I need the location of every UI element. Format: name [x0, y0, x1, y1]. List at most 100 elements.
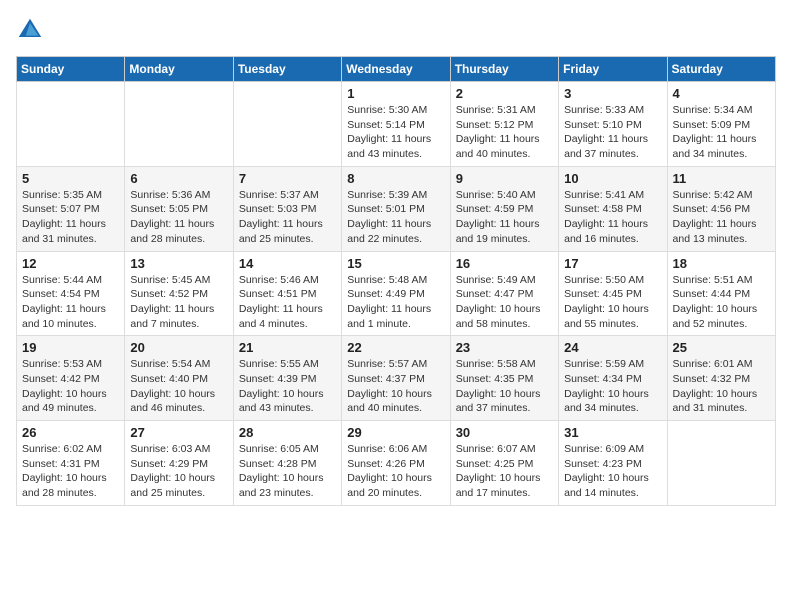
- day-info: Sunrise: 5:42 AM Sunset: 4:56 PM Dayligh…: [673, 188, 770, 247]
- day-info: Sunrise: 5:40 AM Sunset: 4:59 PM Dayligh…: [456, 188, 553, 247]
- day-number: 15: [347, 256, 444, 271]
- calendar-cell: 30Sunrise: 6:07 AM Sunset: 4:25 PM Dayli…: [450, 421, 558, 506]
- day-info: Sunrise: 5:31 AM Sunset: 5:12 PM Dayligh…: [456, 103, 553, 162]
- calendar-cell: [233, 82, 341, 167]
- calendar-cell: 14 Sunrise: 5:46 AM Sunset: 4:51 PM Dayli…: [233, 251, 341, 336]
- day-info: Sunrise: 5:57 AM Sunset: 4:37 PM Dayligh…: [347, 357, 444, 416]
- day-info: Sunrise: 5:45 AM Sunset: 4:52 PM Dayligh…: [130, 273, 227, 332]
- day-info: Sunrise: 5:58 AM Sunset: 4:35 PM Dayligh…: [456, 357, 553, 416]
- weekday-header-friday: Friday: [559, 57, 667, 82]
- day-number: 9: [456, 171, 553, 186]
- calendar-cell: 29 Sunrise: 6:06 AM Sunset: 4:26 PM Dayli…: [342, 421, 450, 506]
- day-info: Sunrise: 5:48 AM Sunset: 4:49 PM Dayligh…: [347, 273, 444, 332]
- calendar-cell: 6Sunrise: 5:36 AM Sunset: 5:05 PM Daylig…: [125, 166, 233, 251]
- day-number: 1: [347, 86, 444, 101]
- day-info: Sunrise: 5:59 AM Sunset: 4:34 PM Dayligh…: [564, 357, 661, 416]
- day-number: 10: [564, 171, 661, 186]
- day-number: 22: [347, 340, 444, 355]
- calendar-cell: [125, 82, 233, 167]
- day-info: Sunrise: 6:09 AM Sunset: 4:23 PM Dayligh…: [564, 442, 661, 501]
- calendar-cell: 25 Sunrise: 6:01 AM Sunset: 4:32 PM Dayli…: [667, 336, 775, 421]
- calendar-cell: 31 Sunrise: 6:09 AM Sunset: 4:23 PM Dayli…: [559, 421, 667, 506]
- day-number: 28: [239, 425, 336, 440]
- calendar-body: 1 Sunrise: 5:30 AM Sunset: 5:14 PM Daylig…: [17, 82, 776, 506]
- calendar-header: SundayMondayTuesdayWednesdayThursdayFrid…: [17, 57, 776, 82]
- day-number: 11: [673, 171, 770, 186]
- day-info: Sunrise: 5:49 AM Sunset: 4:47 PM Dayligh…: [456, 273, 553, 332]
- day-number: 8: [347, 171, 444, 186]
- day-number: 17: [564, 256, 661, 271]
- calendar-cell: 19 Sunrise: 5:53 AM Sunset: 4:42 PM Dayli…: [17, 336, 125, 421]
- day-info: Sunrise: 6:01 AM Sunset: 4:32 PM Dayligh…: [673, 357, 770, 416]
- calendar-cell: 2 Sunrise: 5:31 AM Sunset: 5:12 PM Daylig…: [450, 82, 558, 167]
- calendar-week-3: 19 Sunrise: 5:53 AM Sunset: 4:42 PM Dayli…: [17, 336, 776, 421]
- day-number: 13: [130, 256, 227, 271]
- day-number: 3: [564, 86, 661, 101]
- day-number: 19: [22, 340, 119, 355]
- weekday-header-tuesday: Tuesday: [233, 57, 341, 82]
- calendar-cell: [667, 421, 775, 506]
- day-number: 20: [130, 340, 227, 355]
- day-info: Sunrise: 6:06 AM Sunset: 4:26 PM Dayligh…: [347, 442, 444, 501]
- day-info: Sunrise: 6:02 AM Sunset: 4:31 PM Dayligh…: [22, 442, 119, 501]
- calendar-cell: 18 Sunrise: 5:51 AM Sunset: 4:44 PM Dayli…: [667, 251, 775, 336]
- weekday-header-wednesday: Wednesday: [342, 57, 450, 82]
- logo: [16, 16, 48, 44]
- day-info: Sunrise: 6:05 AM Sunset: 4:28 PM Dayligh…: [239, 442, 336, 501]
- day-number: 2: [456, 86, 553, 101]
- calendar-cell: 3 Sunrise: 5:33 AM Sunset: 5:10 PM Daylig…: [559, 82, 667, 167]
- day-info: Sunrise: 5:53 AM Sunset: 4:42 PM Dayligh…: [22, 357, 119, 416]
- logo-icon: [16, 16, 44, 44]
- calendar-week-1: 5 Sunrise: 5:35 AM Sunset: 5:07 PM Daylig…: [17, 166, 776, 251]
- calendar: SundayMondayTuesdayWednesdayThursdayFrid…: [16, 56, 776, 506]
- calendar-cell: 11 Sunrise: 5:42 AM Sunset: 4:56 PM Dayli…: [667, 166, 775, 251]
- day-info: Sunrise: 5:41 AM Sunset: 4:58 PM Dayligh…: [564, 188, 661, 247]
- day-info: Sunrise: 5:39 AM Sunset: 5:01 PM Dayligh…: [347, 188, 444, 247]
- day-info: Sunrise: 5:36 AM Sunset: 5:05 PM Dayligh…: [130, 188, 227, 247]
- day-number: 21: [239, 340, 336, 355]
- calendar-cell: 28 Sunrise: 6:05 AM Sunset: 4:28 PM Dayli…: [233, 421, 341, 506]
- day-number: 5: [22, 171, 119, 186]
- calendar-cell: 1 Sunrise: 5:30 AM Sunset: 5:14 PM Daylig…: [342, 82, 450, 167]
- day-info: Sunrise: 5:55 AM Sunset: 4:39 PM Dayligh…: [239, 357, 336, 416]
- calendar-cell: 4 Sunrise: 5:34 AM Sunset: 5:09 PM Daylig…: [667, 82, 775, 167]
- day-number: 25: [673, 340, 770, 355]
- day-info: Sunrise: 5:50 AM Sunset: 4:45 PM Dayligh…: [564, 273, 661, 332]
- calendar-cell: 17 Sunrise: 5:50 AM Sunset: 4:45 PM Dayli…: [559, 251, 667, 336]
- day-info: Sunrise: 5:51 AM Sunset: 4:44 PM Dayligh…: [673, 273, 770, 332]
- day-number: 27: [130, 425, 227, 440]
- calendar-cell: 22 Sunrise: 5:57 AM Sunset: 4:37 PM Dayli…: [342, 336, 450, 421]
- day-info: Sunrise: 5:44 AM Sunset: 4:54 PM Dayligh…: [22, 273, 119, 332]
- calendar-cell: 26Sunrise: 6:02 AM Sunset: 4:31 PM Dayli…: [17, 421, 125, 506]
- day-number: 24: [564, 340, 661, 355]
- calendar-week-2: 12 Sunrise: 5:44 AM Sunset: 4:54 PM Dayli…: [17, 251, 776, 336]
- calendar-cell: [17, 82, 125, 167]
- calendar-cell: 16 Sunrise: 5:49 AM Sunset: 4:47 PM Dayli…: [450, 251, 558, 336]
- calendar-cell: 15 Sunrise: 5:48 AM Sunset: 4:49 PM Dayli…: [342, 251, 450, 336]
- day-number: 18: [673, 256, 770, 271]
- day-number: 12: [22, 256, 119, 271]
- day-info: Sunrise: 6:07 AM Sunset: 4:25 PM Dayligh…: [456, 442, 553, 501]
- weekday-header-row: SundayMondayTuesdayWednesdayThursdayFrid…: [17, 57, 776, 82]
- day-info: Sunrise: 5:30 AM Sunset: 5:14 PM Dayligh…: [347, 103, 444, 162]
- calendar-cell: 20Sunrise: 5:54 AM Sunset: 4:40 PM Dayli…: [125, 336, 233, 421]
- header: [16, 16, 776, 44]
- day-info: Sunrise: 5:37 AM Sunset: 5:03 PM Dayligh…: [239, 188, 336, 247]
- day-info: Sunrise: 5:33 AM Sunset: 5:10 PM Dayligh…: [564, 103, 661, 162]
- calendar-cell: 7 Sunrise: 5:37 AM Sunset: 5:03 PM Daylig…: [233, 166, 341, 251]
- weekday-header-saturday: Saturday: [667, 57, 775, 82]
- day-number: 16: [456, 256, 553, 271]
- day-number: 29: [347, 425, 444, 440]
- weekday-header-sunday: Sunday: [17, 57, 125, 82]
- day-number: 4: [673, 86, 770, 101]
- day-number: 23: [456, 340, 553, 355]
- day-info: Sunrise: 5:35 AM Sunset: 5:07 PM Dayligh…: [22, 188, 119, 247]
- day-number: 31: [564, 425, 661, 440]
- calendar-cell: 12 Sunrise: 5:44 AM Sunset: 4:54 PM Dayli…: [17, 251, 125, 336]
- calendar-cell: 5 Sunrise: 5:35 AM Sunset: 5:07 PM Daylig…: [17, 166, 125, 251]
- day-number: 7: [239, 171, 336, 186]
- day-number: 14: [239, 256, 336, 271]
- calendar-cell: 10 Sunrise: 5:41 AM Sunset: 4:58 PM Dayli…: [559, 166, 667, 251]
- day-info: Sunrise: 5:34 AM Sunset: 5:09 PM Dayligh…: [673, 103, 770, 162]
- day-info: Sunrise: 5:46 AM Sunset: 4:51 PM Dayligh…: [239, 273, 336, 332]
